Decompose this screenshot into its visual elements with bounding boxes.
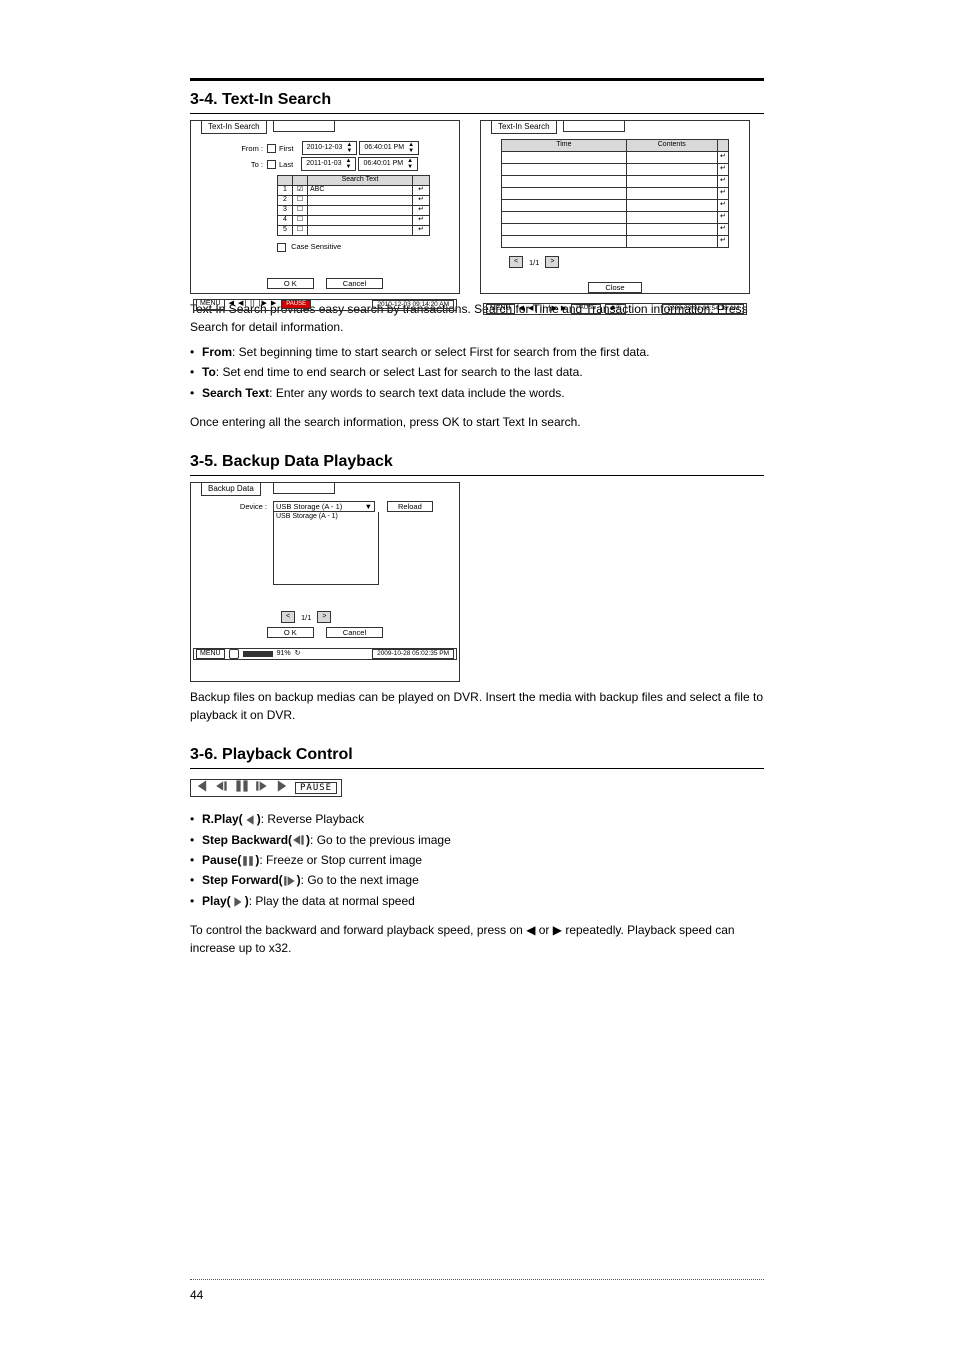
fig1-tab: Text-In Search (201, 120, 267, 134)
reload-button[interactable]: Reload (387, 501, 433, 512)
search-text-table: Search Text 1☑ABC↵ 2☐↵ 3☐↵ 4☐↵ 5☐↵ (277, 175, 430, 236)
timestamp: 2009-10-28 05:02:35 PM (372, 649, 454, 659)
top-rule (190, 78, 764, 81)
play-icon (231, 894, 245, 908)
text36-b5: Play(): Play the data at normal speed (190, 891, 764, 911)
play-icon[interactable] (275, 779, 289, 798)
footer-rule (190, 1279, 764, 1280)
section-3-5-title: 3-5. Backup Data Playback (190, 453, 764, 471)
step-fwd-icon[interactable] (255, 779, 269, 798)
cancel-button[interactable]: Cancel (326, 278, 383, 289)
section-rule (190, 475, 764, 476)
search-row-1[interactable]: ABC (308, 186, 413, 196)
section-rule (190, 113, 764, 114)
time-header: Time (501, 140, 626, 152)
text36-b3: Pause(): Freeze or Stop current image (190, 850, 764, 870)
step-back-icon[interactable] (215, 779, 229, 798)
pause-pill: PAUSE (571, 304, 601, 313)
cancel-button[interactable]: Cancel (326, 627, 383, 638)
first-label: First (279, 144, 294, 153)
text34-b3: Search Text: Enter any words to search t… (190, 383, 764, 403)
fig3-tab-blank (273, 482, 335, 494)
from-time[interactable]: 06:40:01 PM▲▼ (359, 141, 419, 155)
step-fwd-icon (283, 873, 297, 887)
search-row-2[interactable] (308, 196, 413, 206)
playback-control-bar: PAUSE (190, 779, 342, 797)
page-next-button[interactable]: > (545, 256, 559, 268)
rplay-icon[interactable] (195, 779, 209, 798)
lock-icon (229, 649, 239, 659)
to-last-checkbox[interactable] (267, 160, 276, 169)
last-label: Last (279, 160, 293, 169)
pause-pill: PAUSE (281, 300, 311, 309)
to-label: To : (201, 160, 267, 169)
fig3-tab: Backup Data (201, 482, 261, 496)
fig-backup-data: Backup Data Device : USB Storage (A - 1)… (190, 482, 460, 682)
pause-label: PAUSE (295, 782, 337, 794)
page-indicator: 1/1 (301, 613, 311, 622)
to-time[interactable]: 06:40:01 PM▲▼ (358, 157, 418, 171)
text34-b1: From: Set beginning time to start search… (190, 342, 764, 362)
search-row-5[interactable] (308, 226, 413, 236)
from-first-checkbox[interactable] (267, 144, 276, 153)
section-rule (190, 768, 764, 769)
menu-button[interactable]: MENU (196, 299, 225, 309)
case-sensitive-checkbox[interactable] (277, 243, 286, 252)
device-list[interactable]: USB Storage (A - 1) (273, 512, 379, 585)
page-next-button[interactable]: > (317, 611, 331, 623)
from-label: From : (201, 144, 267, 153)
timestamp: 2010-12-03 09:14:20 AM (372, 300, 454, 310)
progress-bar (243, 651, 273, 657)
menu-button[interactable]: MENU (196, 649, 225, 659)
device-label: Device : (221, 501, 269, 511)
text36-b4: Step Forward(): Go to the next image (190, 870, 764, 890)
search-row-4[interactable] (308, 216, 413, 226)
fig2-tab-blank (563, 120, 625, 132)
pause-icon[interactable] (235, 779, 249, 798)
search-row-3[interactable] (308, 206, 413, 216)
page-number: 44 (190, 1288, 203, 1302)
page-indicator: 1/1 (529, 258, 539, 267)
text36-b1: R.Play(): Reverse Playback (190, 809, 764, 829)
section-3-4-title: 3-4. Text-In Search (190, 91, 764, 109)
timestamp: 2009-03-01 08:54:18 AM (662, 304, 744, 314)
text34-b2: To: Set end time to end search or select… (190, 362, 764, 382)
fig-textin-search-results: Text-In Search TimeContents ↵ ↵ ↵ ↵ ↵ ↵ … (480, 120, 750, 294)
step-back-icon (292, 833, 306, 847)
results-table: TimeContents ↵ ↵ ↵ ↵ ↵ ↵ ↵ ↵ (501, 139, 729, 248)
device-select[interactable]: USB Storage (A - 1)▼ (273, 501, 375, 512)
from-date[interactable]: 2010-12-03▲▼ (302, 141, 358, 155)
play-controls[interactable]: ◀ ◀| || |▶ ▶ (229, 300, 278, 308)
rplay-icon (243, 812, 257, 826)
text36-b2: Step Backward(): Go to the previous imag… (190, 830, 764, 850)
search-text-header: Search Text (308, 176, 413, 186)
text35-p1: Backup files on backup medias can be pla… (190, 688, 764, 724)
ok-button[interactable]: O K (267, 278, 314, 289)
contents-header: Contents (626, 140, 717, 152)
progress-pct: 91% (277, 650, 291, 658)
fig2-tab: Text-In Search (491, 120, 557, 134)
fig-textin-search-form: Text-In Search From : First 2010-12-03▲▼… (190, 120, 460, 294)
pause-icon (241, 853, 255, 867)
case-sensitive-label: Case Sensitive (291, 242, 341, 251)
exit-pill: ⏏① (605, 304, 626, 313)
section-3-6-title: 3-6. Playback Control (190, 746, 764, 764)
fig1-tab-blank (273, 120, 335, 132)
fig1-statusbar: MENU ◀ ◀| || |▶ ▶ PAUSE 2010-12-03 09:14… (193, 299, 457, 311)
page-prev-button[interactable]: < (509, 256, 523, 268)
menu-button[interactable]: MENU (486, 304, 515, 314)
close-button[interactable]: Close (588, 282, 641, 293)
to-date[interactable]: 2011-01-03▲▼ (301, 157, 356, 171)
text34-p2: Once entering all the search information… (190, 413, 764, 431)
page-prev-button[interactable]: < (281, 611, 295, 623)
text36-p1: To control the backward and forward play… (190, 921, 764, 957)
play-controls[interactable]: ◀ ◀| || |▶ ▶ (519, 305, 568, 313)
ok-button[interactable]: O K (267, 627, 314, 638)
fig3-statusbar: MENU 91% ↻ 2009-10-28 05:02:35 PM (193, 648, 457, 660)
fig2-statusbar: MENU ◀ ◀| || |▶ ▶ PAUSE ⏏① 2009-03-01 08… (483, 303, 747, 315)
